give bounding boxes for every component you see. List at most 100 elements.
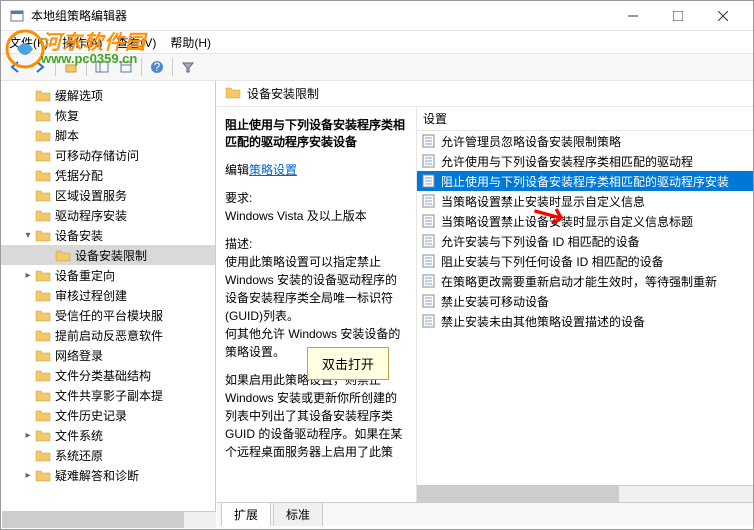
show-hide-button[interactable] [91, 56, 113, 78]
tooltip: 双击打开 [307, 347, 389, 380]
tree-item[interactable]: ▸ 文件系统 [1, 425, 215, 445]
list-row[interactable]: 允许管理员忽略设备安装限制策略 [417, 131, 753, 151]
tree-item-label: 文件系统 [55, 427, 103, 444]
policy-icon [421, 294, 437, 308]
folder-icon [35, 348, 51, 362]
folder-icon [225, 85, 241, 102]
list-row-label: 在策略更改需要重新启动才能生效时，等待强制重新 [441, 273, 717, 290]
list-row[interactable]: 阻止安装与下列任何设备 ID 相匹配的设备 [417, 251, 753, 271]
watermark-logo [5, 29, 45, 72]
detail-pane: 阻止使用与下列设备安装程序类相匹配的驱动程序安装设备 编辑策略设置 要求: Wi… [217, 107, 417, 502]
filter-button[interactable] [177, 56, 199, 78]
tree-item-label: 审核过程创建 [55, 287, 127, 304]
menu-help[interactable]: 帮助(H) [170, 34, 211, 51]
policy-icon [421, 314, 437, 328]
tree-item[interactable]: 可移动存储访问 [1, 145, 215, 165]
list-row-label: 允许使用与下列设备安装程序类相匹配的驱动程 [441, 153, 693, 170]
policy-icon [421, 214, 437, 228]
folder-icon [35, 188, 51, 202]
tree-item-label: 凭据分配 [55, 167, 103, 184]
tree-item[interactable]: ▸ 设备重定向 [1, 265, 215, 285]
folder-icon [35, 228, 51, 242]
list-row-label: 阻止使用与下列设备安装程序类相匹配的驱动程序安装 [441, 173, 729, 190]
tab-standard[interactable]: 标准 [273, 502, 323, 526]
toolbar-separator [172, 58, 173, 76]
tree-item[interactable]: 设备安装限制 [1, 245, 215, 265]
tree-item[interactable]: 系统还原 [1, 445, 215, 465]
policy-icon [421, 174, 437, 188]
tab-extended[interactable]: 扩展 [221, 502, 271, 526]
list-row[interactable]: 允许使用与下列设备安装程序类相匹配的驱动程 [417, 151, 753, 171]
expand-icon[interactable]: ▸ [21, 470, 35, 481]
requirements-value: Windows Vista 及以上版本 [225, 207, 408, 225]
toolbar-separator [55, 58, 56, 76]
folder-icon [35, 108, 51, 122]
description-label: 描述: [225, 235, 408, 253]
toolbar-separator [86, 58, 87, 76]
tree-item[interactable]: 网络登录 [1, 345, 215, 365]
menu-view[interactable]: 查看(V) [116, 34, 156, 51]
list-row-label: 禁止安装未由其他策略设置描述的设备 [441, 313, 645, 330]
help-button[interactable]: ? [146, 56, 168, 78]
expand-icon[interactable]: ▾ [21, 230, 35, 241]
tree-horizontal-scrollbar[interactable] [2, 511, 216, 528]
list-row-label: 允许管理员忽略设备安装限制策略 [441, 133, 621, 150]
tree-item-label: 区域设置服务 [55, 187, 127, 204]
folder-icon [35, 328, 51, 342]
horizontal-scrollbar[interactable] [417, 485, 753, 502]
list-row[interactable]: 允许安装与下列设备 ID 相匹配的设备 [417, 231, 753, 251]
tree-item[interactable]: 文件分类基础结构 [1, 365, 215, 385]
tree-item[interactable]: 凭据分配 [1, 165, 215, 185]
tree-item-label: 网络登录 [55, 347, 103, 364]
tree-item[interactable]: 文件共享影子副本提 [1, 385, 215, 405]
folder-icon [35, 368, 51, 382]
maximize-button[interactable] [655, 2, 700, 30]
expand-icon[interactable]: ▸ [21, 270, 35, 281]
tree-item-label: 文件共享影子副本提 [55, 387, 163, 404]
list-row-label: 禁止安装可移动设备 [441, 293, 549, 310]
window-title: 本地组策略编辑器 [31, 7, 610, 24]
list-row[interactable]: 阻止使用与下列设备安装程序类相匹配的驱动程序安装 [417, 171, 753, 191]
tree-item-label: 驱动程序安装 [55, 207, 127, 224]
tree-item-label: 设备重定向 [55, 267, 115, 284]
list-row[interactable]: 在策略更改需要重新启动才能生效时，等待强制重新 [417, 271, 753, 291]
tree-item-label: 设备安装 [55, 227, 103, 244]
tree-item[interactable]: 区域设置服务 [1, 185, 215, 205]
menu-action[interactable]: 操作(A) [62, 34, 102, 51]
requirements-label: 要求: [225, 189, 408, 207]
list-row[interactable]: 当策略设置禁止安装时显示自定义信息 [417, 191, 753, 211]
tree-item[interactable]: ▸疑难解答和诊断 [1, 465, 215, 485]
list-row[interactable]: 当策略设置禁止设备安装时显示自定义信息标题 [417, 211, 753, 231]
tree-item[interactable]: 受信任的平台模块服 [1, 305, 215, 325]
settings-list[interactable]: 设置 允许管理员忽略设备安装限制策略允许使用与下列设备安装程序类相匹配的驱动程阻… [417, 107, 753, 502]
policy-icon [421, 194, 437, 208]
list-row[interactable]: 禁止安装可移动设备 [417, 291, 753, 311]
folder-icon [35, 468, 51, 482]
tree-item-label: 系统还原 [55, 447, 103, 464]
tree-item[interactable]: ▾ 设备安装 [1, 225, 215, 245]
tree-view[interactable]: 缓解选项恢复脚本可移动存储访问凭据分配区域设置服务驱动程序安装 ▾ 设备安装设备安装… [1, 81, 216, 526]
list-row[interactable]: 禁止安装未由其他策略设置描述的设备 [417, 311, 753, 331]
tree-item[interactable]: 驱动程序安装 [1, 205, 215, 225]
tree-item[interactable]: 文件历史记录 [1, 405, 215, 425]
export-button[interactable] [115, 56, 137, 78]
tree-item[interactable]: 恢复 [1, 105, 215, 125]
up-button[interactable] [60, 56, 82, 78]
list-row-label: 阻止安装与下列任何设备 ID 相匹配的设备 [441, 253, 664, 270]
expand-icon[interactable]: ▸ [21, 430, 35, 441]
list-row-label: 允许安装与下列设备 ID 相匹配的设备 [441, 233, 640, 250]
policy-icon [421, 254, 437, 268]
column-header[interactable]: 设置 [417, 107, 753, 131]
tree-item[interactable]: 缓解选项 [1, 85, 215, 105]
policy-settings-link[interactable]: 策略设置 [249, 163, 297, 177]
tree-item[interactable]: 审核过程创建 [1, 285, 215, 305]
content-header: 设备安装限制 [217, 81, 753, 107]
tree-item[interactable]: 提前启动反恶意软件 [1, 325, 215, 345]
folder-icon [35, 168, 51, 182]
close-button[interactable] [700, 2, 745, 30]
folder-icon [35, 288, 51, 302]
minimize-button[interactable] [610, 2, 655, 30]
tree-item[interactable]: 脚本 [1, 125, 215, 145]
tree-item-label: 文件历史记录 [55, 407, 127, 424]
folder-icon [35, 408, 51, 422]
